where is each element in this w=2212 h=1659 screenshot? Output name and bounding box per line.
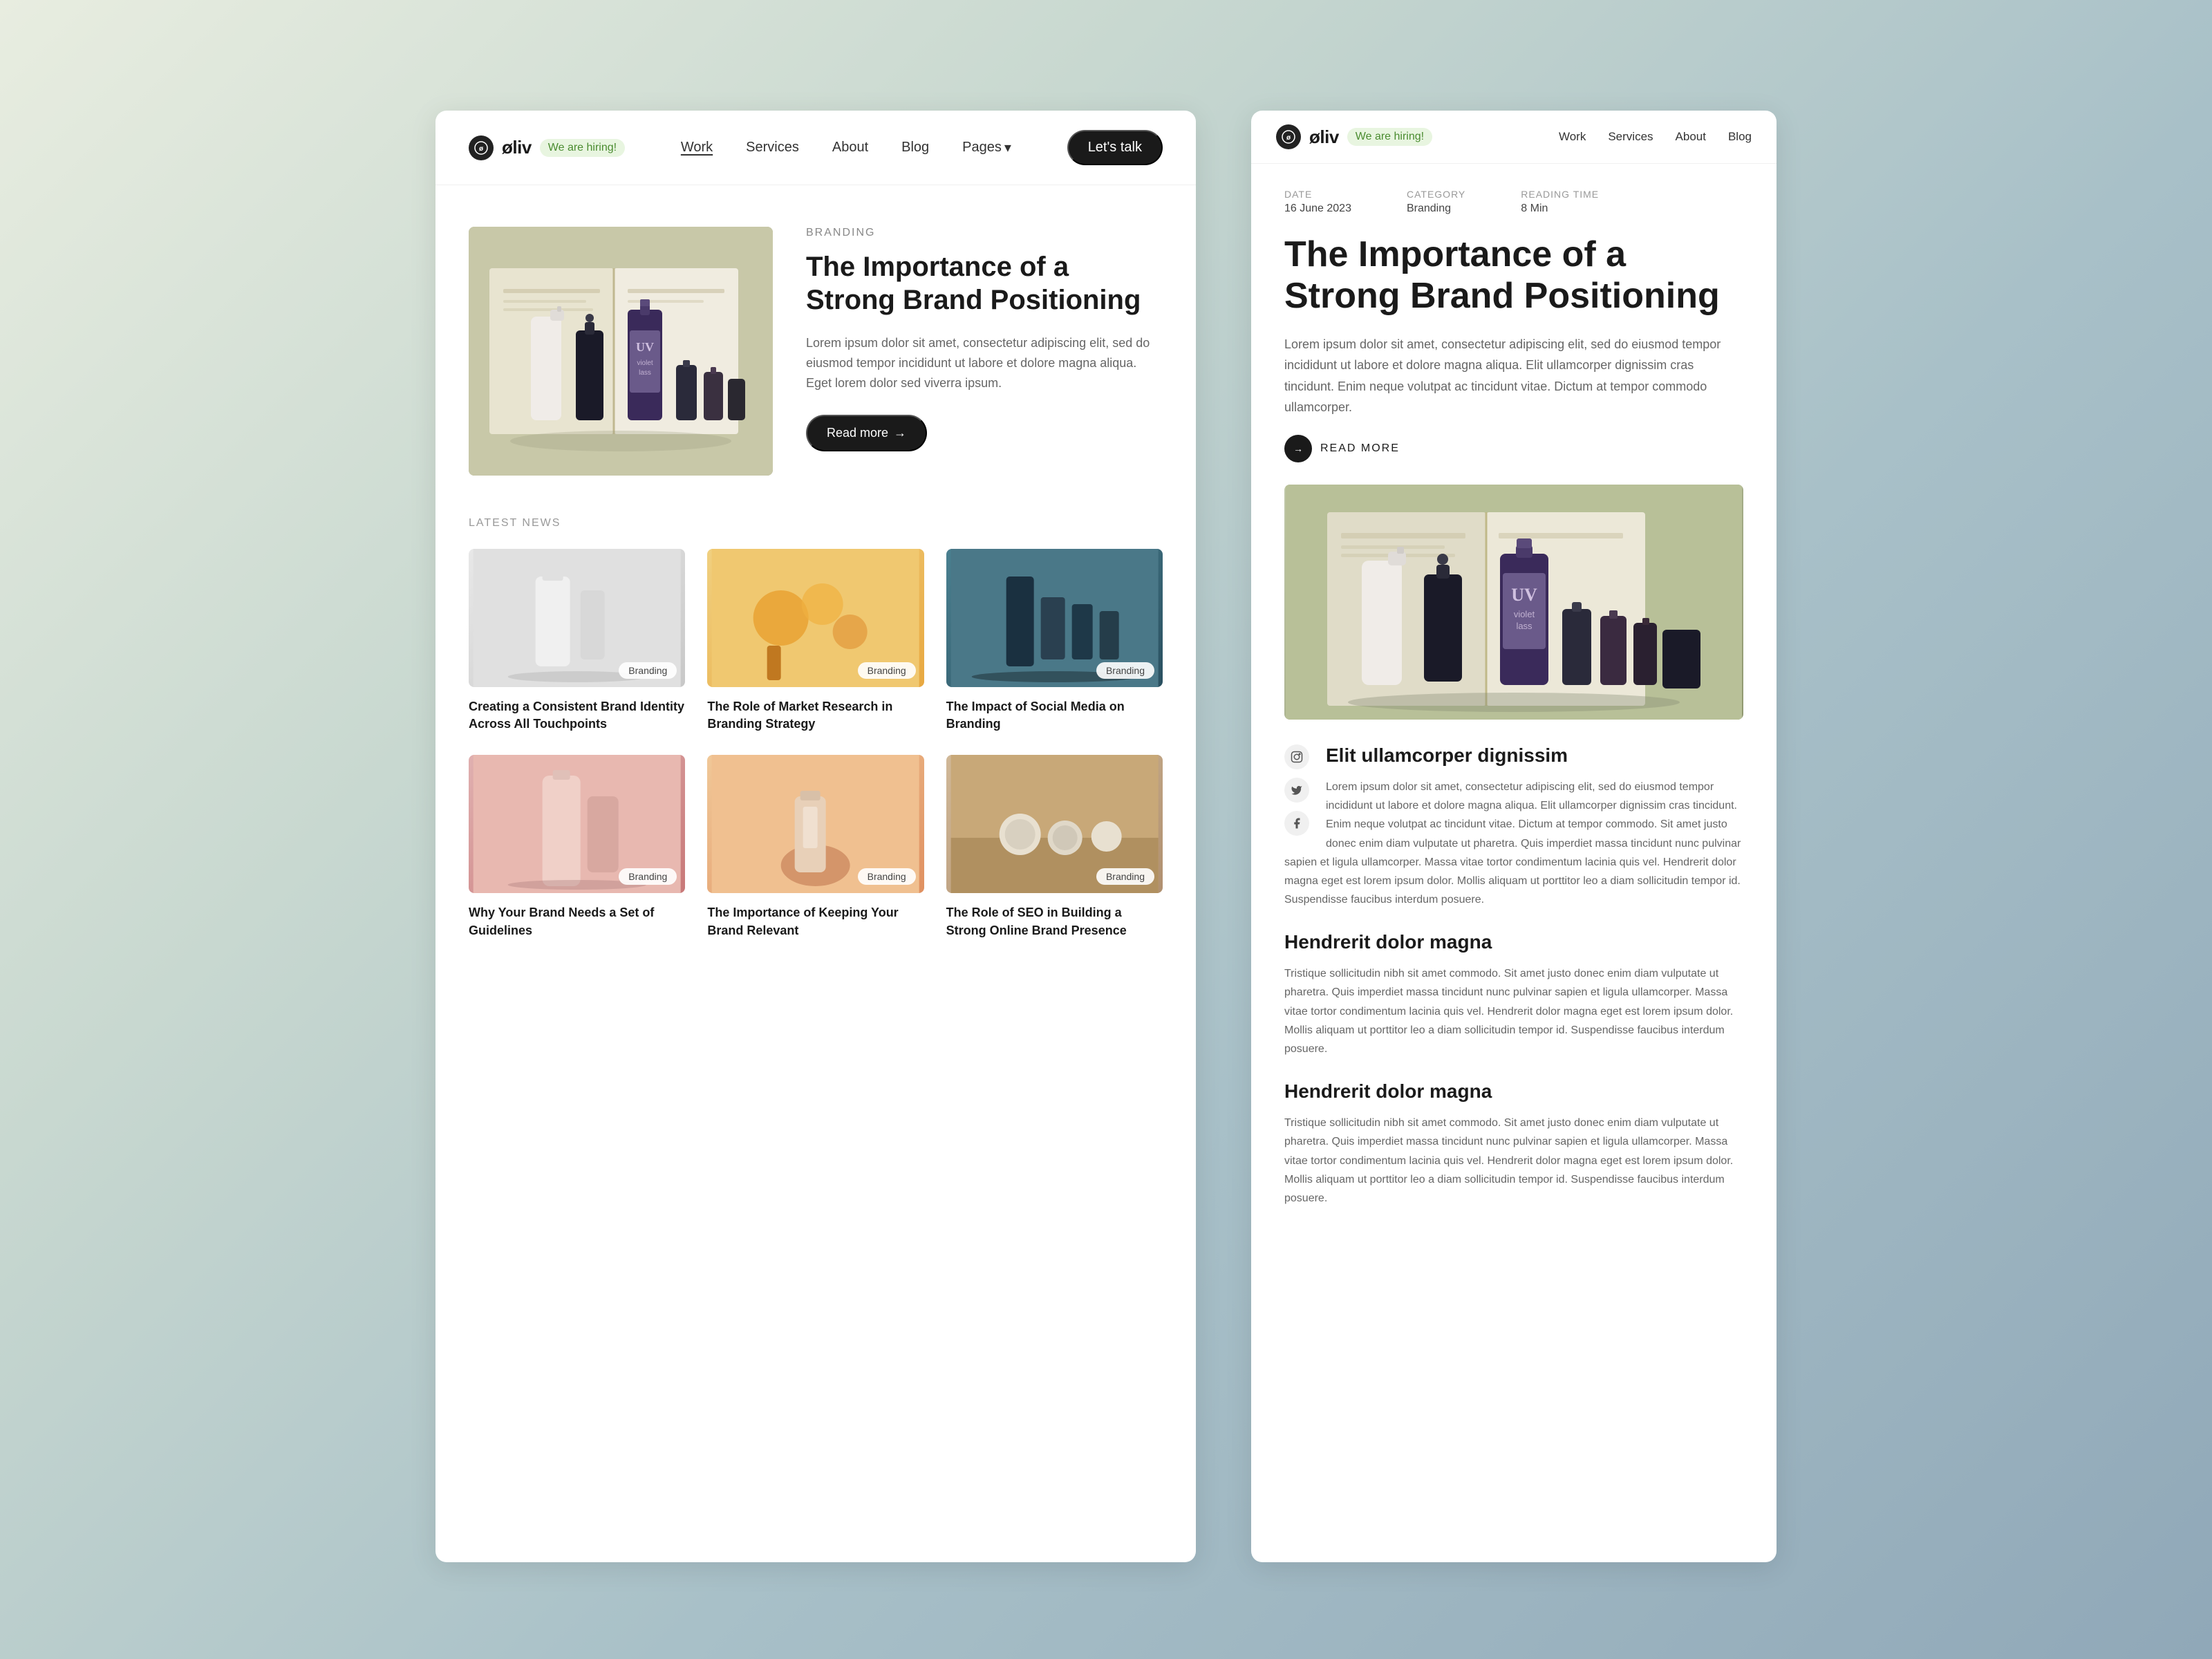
news-thumb-2: Branding (707, 549, 924, 687)
svg-text:lass: lass (1516, 621, 1533, 631)
section-label: LATEST NEWS (469, 517, 1163, 529)
instagram-icon[interactable] (1284, 744, 1309, 769)
news-thumb-4: Branding (469, 755, 685, 893)
right-nav-about[interactable]: About (1676, 130, 1706, 144)
body-text-1: Lorem ipsum dolor sit amet, consectetur … (1284, 778, 1743, 909)
nav-links: Work Services About Blog Pages ▾ (681, 139, 1011, 156)
body-text-3: Tristique sollicitudin nibh sit amet com… (1284, 1114, 1743, 1208)
hero-description: Lorem ipsum dolor sit amet, consectetur … (806, 333, 1163, 393)
nav-work[interactable]: Work (681, 140, 713, 156)
hiring-badge: We are hiring! (540, 139, 625, 157)
hero-image: UV violet lass (469, 227, 773, 476)
news-item-1[interactable]: Branding Creating a Consistent Brand Ide… (469, 549, 685, 733)
svg-text:violet: violet (637, 359, 653, 367)
news-item-3[interactable]: Branding The Impact of Social Media on B… (946, 549, 1163, 733)
left-card: ø øliv We are hiring! Work Services Abou… (435, 111, 1196, 1562)
right-logo-text: øliv (1309, 126, 1339, 148)
nav-about[interactable]: About (832, 140, 868, 156)
right-hiring-badge: We are hiring! (1347, 128, 1432, 146)
body-heading-1: Elit ullamcorper dignissim (1284, 744, 1743, 767)
hero-category: BRANDING (806, 227, 1163, 239)
right-nav-blog[interactable]: Blog (1728, 130, 1752, 144)
news-thumb-3: Branding (946, 549, 1163, 687)
logo-area: ø øliv We are hiring! (469, 135, 625, 160)
news-title-2: The Role of Market Research in Branding … (707, 698, 924, 733)
hero-content: BRANDING The Importance of a Strong Bran… (806, 227, 1163, 451)
news-badge-5: Branding (858, 868, 916, 885)
news-badge-2: Branding (858, 662, 916, 679)
social-icons (1284, 744, 1309, 836)
svg-text:lass: lass (639, 369, 651, 377)
news-thumb-1: Branding (469, 549, 685, 687)
article-lead: Lorem ipsum dolor sit amet, consectetur … (1251, 317, 1777, 418)
news-item-6[interactable]: Branding The Role of SEO in Building a S… (946, 755, 1163, 939)
svg-text:UV: UV (636, 340, 654, 354)
body-heading-3: Hendrerit dolor magna (1284, 1080, 1743, 1103)
arrow-icon: → (894, 426, 906, 440)
news-badge-4: Branding (619, 868, 677, 885)
right-nav-services[interactable]: Services (1608, 130, 1653, 144)
hero-title: The Importance of a Strong Brand Positio… (806, 250, 1163, 317)
svg-text:violet: violet (1514, 609, 1535, 619)
logo-mark: ø (469, 135, 494, 160)
meta-reading: READING TIME 8 Min (1521, 189, 1599, 215)
svg-text:ø: ø (1286, 134, 1291, 142)
news-badge-6: Branding (1096, 868, 1154, 885)
facebook-icon[interactable] (1284, 811, 1309, 836)
lets-talk-button[interactable]: Let's talk (1067, 130, 1163, 165)
left-nav: ø øliv We are hiring! Work Services Abou… (435, 111, 1196, 185)
logo-text: øliv (502, 137, 532, 158)
meta-date: DATE 16 June 2023 (1284, 189, 1351, 215)
right-logo-area: ø øliv We are hiring! (1276, 124, 1432, 149)
svg-text:UV: UV (1511, 585, 1537, 605)
news-title-3: The Impact of Social Media on Branding (946, 698, 1163, 733)
news-thumb-6: Branding (946, 755, 1163, 893)
meta-category: CATEGORY Branding (1407, 189, 1465, 215)
article-body: Elit ullamcorper dignissim Lorem ipsum d… (1251, 720, 1777, 1230)
body-text-2: Tristique sollicitudin nibh sit amet com… (1284, 964, 1743, 1058)
news-title-1: Creating a Consistent Brand Identity Acr… (469, 698, 685, 733)
latest-news-section: LATEST NEWS Branding Creating a Consis (435, 517, 1196, 1003)
right-card: ø øliv We are hiring! Work Services Abou… (1251, 111, 1777, 1562)
svg-text:ø: ø (479, 145, 484, 153)
news-thumb-5: Branding (707, 755, 924, 893)
news-item-4[interactable]: Branding Why Your Brand Needs a Set of G… (469, 755, 685, 939)
article-title: The Importance of a Strong Brand Positio… (1251, 215, 1777, 317)
circle-btn-icon: → (1284, 435, 1312, 462)
news-grid-top: Branding Creating a Consistent Brand Ide… (469, 549, 1163, 733)
article-meta: DATE 16 June 2023 CATEGORY Branding READ… (1251, 164, 1777, 215)
body-heading-2: Hendrerit dolor magna (1284, 931, 1743, 953)
read-more-button[interactable]: Read more → (806, 415, 927, 451)
read-more-circle[interactable]: → READ MORE (1251, 418, 1777, 462)
news-item-2[interactable]: Branding The Role of Market Research in … (707, 549, 924, 733)
right-nav-links: Work Services About Blog (1559, 130, 1752, 144)
right-nav-work[interactable]: Work (1559, 130, 1586, 144)
nav-blog[interactable]: Blog (901, 140, 929, 156)
nav-pages[interactable]: Pages ▾ (962, 139, 1011, 156)
chevron-down-icon: ▾ (1004, 139, 1011, 156)
news-grid-bottom: Branding Why Your Brand Needs a Set of G… (469, 755, 1163, 939)
news-badge-1: Branding (619, 662, 677, 679)
twitter-icon[interactable] (1284, 778, 1309, 803)
news-title-5: The Importance of Keeping Your Brand Rel… (707, 904, 924, 939)
right-logo-mark: ø (1276, 124, 1301, 149)
news-badge-3: Branding (1096, 662, 1154, 679)
news-item-5[interactable]: Branding The Importance of Keeping Your … (707, 755, 924, 939)
right-nav: ø øliv We are hiring! Work Services Abou… (1251, 111, 1777, 164)
article-hero-image: UV violet lass (1284, 485, 1743, 720)
nav-services[interactable]: Services (746, 140, 799, 156)
news-title-4: Why Your Brand Needs a Set of Guidelines (469, 904, 685, 939)
news-title-6: The Role of SEO in Building a Strong Onl… (946, 904, 1163, 939)
hero-section: UV violet lass (435, 185, 1196, 517)
